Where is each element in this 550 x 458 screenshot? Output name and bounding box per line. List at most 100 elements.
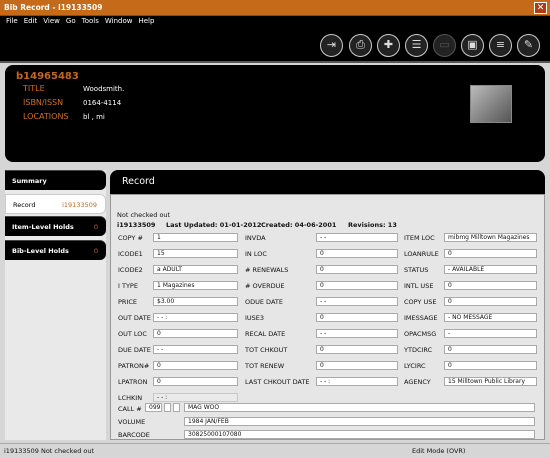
close-icon: ✕ — [536, 3, 545, 13]
barcode-field[interactable]: 30825000107080 — [184, 430, 535, 439]
field-label: AGENCY — [404, 378, 431, 386]
field-label: IMESSAGE — [404, 314, 438, 322]
sidebar-item-count: i19133509 — [62, 201, 97, 209]
field-value[interactable]: - - — [316, 329, 398, 338]
sidebar-item-item-holds[interactable]: Item-Level Holds 0 — [5, 216, 106, 236]
field-label: STATUS — [404, 266, 429, 274]
field-value[interactable]: - - — [316, 297, 398, 306]
call-indicator-1[interactable] — [164, 403, 171, 412]
volume-label: VOLUME — [118, 418, 146, 426]
last-updated: Last Updated: 01-01-2012 — [166, 221, 262, 229]
field-value[interactable]: 0 — [444, 297, 537, 306]
sidebar-item-bib-holds[interactable]: Bib-Level Holds 0 — [5, 240, 106, 260]
field-label: RECAL DATE — [245, 330, 286, 338]
title-label: TITLE — [23, 84, 45, 93]
field-value[interactable]: - - — [153, 345, 238, 354]
field-value[interactable]: 0 — [316, 249, 398, 258]
field-label: LYCIRC — [404, 362, 426, 370]
field-value[interactable]: - - : — [153, 393, 238, 402]
field-label: LAST CHKOUT DATE — [245, 378, 310, 386]
new-record-icon[interactable]: ✚ — [377, 34, 400, 57]
field-value[interactable]: - - : — [316, 377, 398, 386]
call-tag-field[interactable]: 099 — [145, 403, 162, 412]
field-value[interactable]: 0 — [316, 265, 398, 274]
field-value[interactable]: 0 — [153, 329, 238, 338]
save-close-icon[interactable]: ⇥ — [320, 34, 343, 57]
title-value: Woodsmith. — [83, 85, 125, 93]
menu-tools[interactable]: Tools — [82, 17, 99, 25]
call-number-field[interactable]: MAG WOO — [184, 403, 535, 412]
menu-edit[interactable]: Edit — [24, 17, 38, 25]
menu-file[interactable]: File — [6, 17, 18, 25]
field-value[interactable]: a ADULT — [153, 265, 238, 274]
field-value[interactable]: 0 — [316, 361, 398, 370]
locations-label: LOCATIONS — [23, 112, 69, 121]
call-indicator-2[interactable] — [173, 403, 180, 412]
view-icon[interactable]: ▣ — [461, 34, 484, 57]
close-window-button[interactable]: ✕ — [534, 2, 547, 14]
book-cover-image — [470, 85, 512, 123]
isbn-value: 0164-4114 — [83, 99, 122, 107]
field-value[interactable]: 1 Magazines — [153, 281, 238, 290]
record-panel: Not checked out i19133509 Last Updated: … — [110, 194, 545, 440]
field-value[interactable]: 15 — [153, 249, 238, 258]
sidebar-item-label: Record — [13, 201, 36, 209]
field-label: OUT DATE — [118, 314, 151, 322]
field-value[interactable]: 0 — [444, 281, 537, 290]
field-label: I TYPE — [118, 282, 138, 290]
field-label: INTL USE — [404, 282, 434, 290]
field-value[interactable]: - NO MESSAGE — [444, 313, 537, 322]
field-label: YTDCIRC — [404, 346, 433, 354]
field-label: # RENEWALS — [245, 266, 289, 274]
field-value[interactable]: 0 — [444, 361, 537, 370]
sidebar-item-label: Bib-Level Holds — [12, 247, 69, 255]
checkout-status-note: Not checked out — [117, 211, 171, 219]
field-value[interactable]: - - — [316, 233, 398, 242]
record-list-icon[interactable]: ☰ — [405, 34, 428, 57]
menu-view[interactable]: View — [43, 17, 60, 25]
field-value[interactable]: 0 — [316, 345, 398, 354]
status-bar: i19133509 Not checked out Edit Mode (OVR… — [0, 443, 550, 458]
blank-disabled-icon: ▭ — [433, 34, 456, 57]
field-value[interactable]: - — [444, 329, 537, 338]
field-label: ODUE DATE — [245, 298, 283, 306]
barcode-label: BARCODE — [118, 431, 150, 439]
menu-window[interactable]: Window — [105, 17, 133, 25]
menu-help[interactable]: Help — [138, 17, 154, 25]
field-value[interactable]: 0 — [444, 345, 537, 354]
revisions: Revisions: 13 — [348, 221, 397, 229]
field-label: COPY # — [118, 234, 143, 242]
field-label: INVDA — [245, 234, 266, 242]
print-icon[interactable]: ⎙ — [349, 34, 372, 57]
volume-field[interactable]: 1984 JAN/FEB — [184, 417, 535, 426]
field-value[interactable]: - AVAILABLE — [444, 265, 537, 274]
field-label: LCHKIN — [118, 394, 143, 402]
field-value[interactable]: 15 Milltown Public Library — [444, 377, 537, 386]
field-value[interactable]: - - : — [153, 313, 238, 322]
field-value[interactable]: mibmg Milltown Magazines — [444, 233, 537, 242]
field-value[interactable]: 0 — [316, 281, 398, 290]
edit-record-icon[interactable]: ✎ — [517, 34, 540, 57]
field-label: PRICE — [118, 298, 137, 306]
locations-value: bl , mi — [83, 113, 105, 121]
summary-icon[interactable]: ≡ — [489, 34, 512, 57]
toolbar: ⇥ ⎙ ✚ ☰ ▭ ▣ ≡ ✎ — [0, 27, 550, 63]
bib-number: b14965483 — [16, 71, 79, 82]
menu-go[interactable]: Go — [66, 17, 76, 25]
bib-header: b14965483 TITLE Woodsmith. ISBN/ISSN 016… — [5, 65, 545, 162]
field-label: COPY USE — [404, 298, 437, 306]
field-value[interactable]: 0 — [444, 249, 537, 258]
created-date: Created: 04-06-2001 — [261, 221, 337, 229]
field-value[interactable]: 1 — [153, 233, 238, 242]
sidebar-item-record[interactable]: Record i19133509 — [5, 194, 106, 214]
sidebar-item-summary[interactable]: Summary — [5, 170, 106, 190]
field-label: ITEM LOC — [404, 234, 435, 242]
field-value[interactable]: 0 — [153, 361, 238, 370]
window-title: Bib Record - i19133509 — [4, 3, 103, 12]
field-value[interactable]: 0 — [153, 377, 238, 386]
field-value[interactable]: 0 — [316, 313, 398, 322]
field-value[interactable]: $3.00 — [153, 297, 238, 306]
sidebar-item-label: Summary — [12, 177, 47, 185]
record-id: i19133509 — [117, 221, 156, 229]
field-label: IN LOC — [245, 250, 267, 258]
